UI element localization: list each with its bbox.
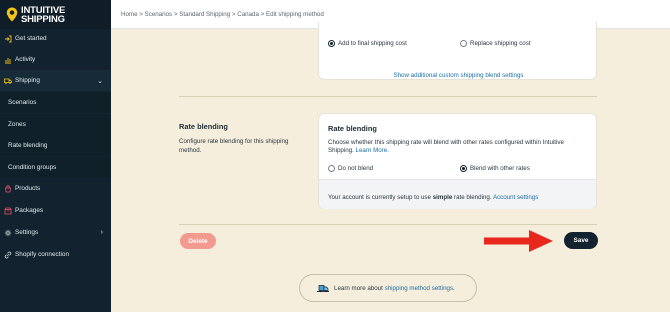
sidebar-item-shopify-connection[interactable]: Shopify connection bbox=[0, 244, 111, 265]
gear-icon bbox=[4, 229, 12, 237]
sidebar-item-label: Get started bbox=[15, 35, 47, 42]
sidebar-item-condition-groups[interactable]: Condition groups bbox=[0, 157, 111, 178]
help-banner: Learn more about shipping method setting… bbox=[299, 274, 477, 302]
sidebar: INTUITIVE SHIPPING Get started Activity … bbox=[0, 0, 111, 312]
chevron-right-icon: › bbox=[100, 229, 103, 236]
shipping-method-settings-link[interactable]: shipping method settings bbox=[385, 285, 453, 292]
account-settings-link[interactable]: Account settings bbox=[493, 194, 538, 201]
breadcrumb-separator: > bbox=[139, 10, 143, 18]
footer-text-bold: simple bbox=[432, 194, 453, 201]
rate-blending-footer: Your account is currently setup to use s… bbox=[319, 179, 596, 209]
breadcrumb-separator: > bbox=[260, 10, 265, 18]
add-to-cost-label: Add to final shipping cost bbox=[338, 40, 407, 48]
help-text-pre: Learn more about bbox=[334, 284, 383, 292]
sidebar-item-products[interactable]: Products bbox=[0, 178, 111, 199]
sidebar-item-label: Products bbox=[15, 185, 41, 192]
replace-cost-radio[interactable] bbox=[460, 40, 467, 48]
breadcrumb-separator: > bbox=[173, 10, 178, 18]
breadcrumb-separator: > bbox=[231, 10, 236, 18]
location-pin-icon bbox=[6, 7, 18, 22]
learn-more-link[interactable]: Learn More. bbox=[356, 147, 389, 154]
footer-text-post: rate blending. bbox=[454, 194, 492, 201]
sidebar-item-label: Activity bbox=[15, 56, 36, 63]
sidebar-item-scenarios[interactable]: Scenarios bbox=[0, 92, 111, 113]
replace-cost-label: Replace shipping cost bbox=[470, 40, 531, 48]
login-icon bbox=[4, 35, 12, 43]
truck-icon bbox=[4, 77, 12, 85]
breadcrumb-standard-shipping[interactable]: Standard Shipping bbox=[179, 11, 230, 18]
sidebar-item-label: Scenarios bbox=[8, 99, 37, 106]
products-icon bbox=[4, 184, 12, 193]
rate-blending-card-desc-wrap: Choose whether this shipping rate will b… bbox=[328, 139, 590, 156]
chevron-down-icon: ⌄ bbox=[97, 77, 103, 85]
save-button[interactable]: Save bbox=[564, 232, 598, 249]
blend-with-other-rates-radio[interactable] bbox=[460, 165, 467, 173]
sidebar-item-label: Rate blending bbox=[8, 142, 48, 149]
section-divider bbox=[179, 96, 597, 97]
help-text-post: . bbox=[453, 284, 455, 292]
blend-with-other-rates-label: Blend with other rates bbox=[470, 165, 530, 173]
breadcrumb-home[interactable]: Home bbox=[121, 11, 138, 18]
shipping-box-icon bbox=[317, 285, 329, 293]
activity-icon bbox=[4, 56, 12, 64]
link-icon bbox=[4, 251, 12, 259]
section-divider bbox=[179, 224, 597, 225]
rate-blending-section-desc: Configure rate blending for this shippin… bbox=[179, 138, 289, 154]
sidebar-item-label: Condition groups bbox=[8, 164, 57, 171]
brand-line2: SHIPPING bbox=[21, 13, 65, 25]
sidebar-item-settings[interactable]: Settings › bbox=[0, 222, 111, 243]
do-not-blend-label: Do not blend bbox=[338, 165, 374, 173]
breadcrumb-scenarios[interactable]: Scenarios bbox=[145, 11, 173, 18]
shipping-cost-card: Add to final shipping cost Replace shipp… bbox=[318, 22, 597, 80]
red-arrow-annotation bbox=[484, 230, 553, 252]
brand-logo[interactable]: INTUITIVE SHIPPING bbox=[0, 0, 111, 29]
rate-blending-card: Rate blending Choose whether this shippi… bbox=[318, 113, 597, 209]
sidebar-item-label: Shipping bbox=[15, 77, 40, 84]
delete-button[interactable]: Delete bbox=[180, 233, 216, 249]
sidebar-item-shipping[interactable]: Shipping ⌄ bbox=[0, 70, 111, 91]
sidebar-item-zones[interactable]: Zones bbox=[0, 114, 111, 135]
sidebar-item-label: Packages bbox=[15, 207, 44, 214]
breadcrumb-canada[interactable]: Canada bbox=[237, 11, 259, 18]
sidebar-item-label: Zones bbox=[8, 121, 26, 128]
sidebar-item-activity[interactable]: Activity bbox=[0, 49, 111, 70]
sidebar-item-rate-blending[interactable]: Rate blending bbox=[0, 135, 111, 156]
footer-text-pre: Your account is currently setup to use bbox=[328, 194, 431, 201]
packages-icon bbox=[4, 207, 12, 215]
add-to-cost-radio[interactable] bbox=[328, 40, 335, 48]
rate-blending-card-title: Rate blending bbox=[328, 124, 377, 133]
breadcrumb-current: Edit shipping method bbox=[266, 10, 324, 18]
sidebar-item-label: Settings bbox=[15, 229, 39, 236]
do-not-blend-radio[interactable] bbox=[328, 165, 335, 173]
rate-blending-section-title: Rate blending bbox=[179, 122, 228, 131]
show-blend-settings-link[interactable]: Show additional custom shipping blend se… bbox=[393, 72, 523, 79]
sidebar-item-packages[interactable]: Packages bbox=[0, 200, 111, 221]
sidebar-item-label: Shopify connection bbox=[15, 251, 70, 258]
sidebar-item-get-started[interactable]: Get started bbox=[0, 28, 111, 49]
